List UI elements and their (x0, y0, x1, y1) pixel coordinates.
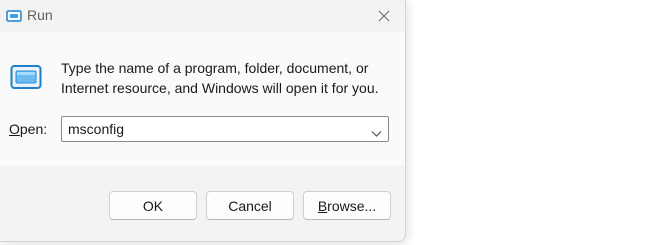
dialog-content: Type the name of a program, folder, docu… (0, 32, 405, 166)
run-icon (6, 9, 22, 23)
cancel-button-label: Cancel (228, 197, 272, 214)
close-button[interactable] (371, 4, 397, 28)
open-input[interactable]: msconfig (68, 121, 124, 137)
open-label-text: pen: (19, 121, 48, 137)
ok-button[interactable]: OK (109, 191, 197, 220)
open-label: Open: (9, 121, 47, 137)
open-combobox[interactable]: msconfig (61, 116, 389, 142)
description-text: Type the name of a program, folder, docu… (61, 60, 379, 96)
browse-button-label: rowse... (327, 197, 377, 214)
cancel-button[interactable]: Cancel (206, 191, 294, 220)
open-label-mnemonic: O (9, 121, 20, 137)
close-icon (378, 10, 390, 22)
chevron-down-icon (371, 131, 382, 137)
browse-button[interactable]: Browse... (303, 191, 391, 220)
run-app-icon (10, 64, 42, 90)
run-dialog: Run Type the name of a program, folder, … (0, 0, 406, 242)
dropdown-button[interactable] (371, 125, 382, 137)
window-title: Run (27, 7, 53, 23)
title-bar[interactable]: Run (0, 0, 405, 32)
browse-mnemonic: B (317, 197, 328, 214)
ok-button-label: OK (142, 197, 164, 214)
